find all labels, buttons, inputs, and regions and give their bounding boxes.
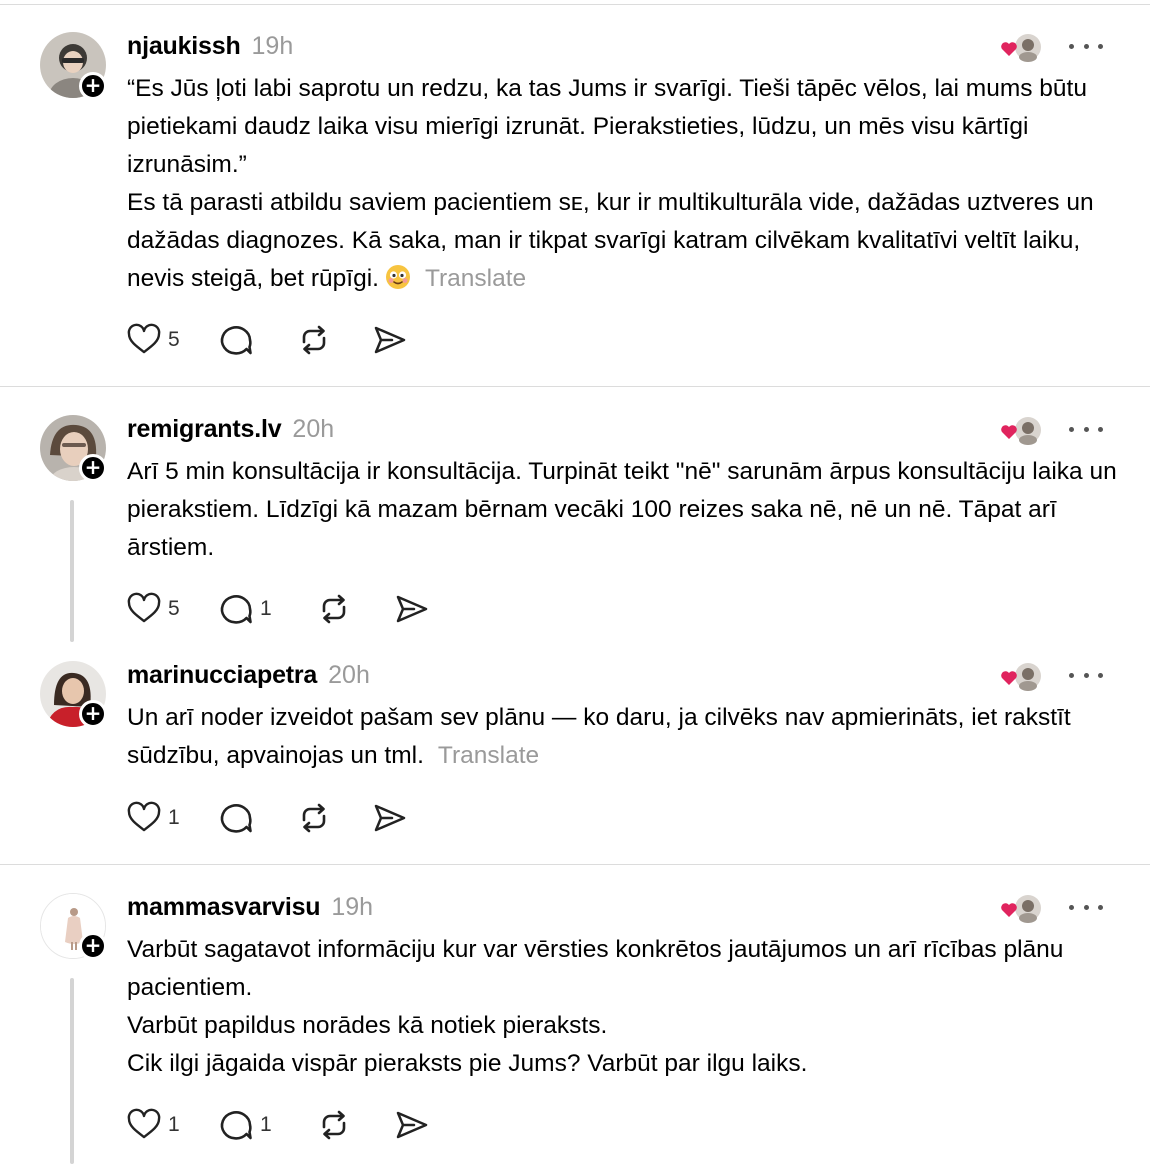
username[interactable]: mammasvarvisu (127, 893, 321, 922)
more-options-button[interactable] (1069, 38, 1103, 54)
comment-icon (220, 804, 252, 833)
follow-plus-icon[interactable]: + (79, 932, 107, 960)
repost-icon (302, 325, 326, 355)
action-bar: 1 1 (126, 1105, 434, 1145)
heart-icon (127, 592, 161, 623)
post-body: Varbūt sagatavot informāciju kur var vēr… (127, 931, 1117, 1083)
repost-button[interactable] (296, 798, 372, 838)
more-options-button[interactable] (1069, 667, 1103, 683)
like-button[interactable]: 1 (126, 798, 218, 838)
post-paragraph: Es tā parasti atbildu saviem pacientiem … (127, 189, 1094, 292)
like-count: 1 (168, 806, 180, 829)
more-icon (1069, 672, 1074, 678)
repost-icon (322, 594, 346, 624)
like-count: 1 (168, 1113, 180, 1136)
repost-button[interactable] (316, 589, 394, 629)
post-divider (0, 386, 1150, 387)
action-bar: 5 (126, 320, 412, 360)
repost-button[interactable] (296, 320, 372, 360)
heart-icon (127, 801, 161, 832)
repost-icon (322, 1110, 346, 1140)
like-button[interactable]: 5 (126, 320, 218, 360)
action-bar: 1 (126, 798, 412, 838)
send-icon (374, 326, 406, 354)
post-paragraph: Varbūt sagatavot informāciju kur var vēr… (127, 936, 1064, 1001)
more-icon (1069, 904, 1074, 910)
username[interactable]: remigrants.lv (127, 415, 282, 444)
post-body: Un arī noder izveidot pašam sev plānu — … (127, 699, 1117, 775)
liked-by-author-icon (1001, 895, 1041, 923)
timestamp[interactable]: 19h (252, 32, 294, 61)
post-divider (0, 864, 1150, 865)
post-paragraph: Arī 5 min konsultācija ir konsultācija. … (127, 458, 1117, 561)
timestamp[interactable]: 20h (328, 661, 370, 690)
like-button[interactable]: 1 (126, 1105, 218, 1145)
post-paragraph: Varbūt papildus norādes kā notiek pierak… (127, 1012, 608, 1039)
post-header: marinucciapetra 20h (127, 658, 370, 692)
more-options-button[interactable] (1069, 421, 1103, 437)
like-count: 5 (168, 328, 180, 351)
thread-line (70, 500, 74, 642)
timestamp[interactable]: 20h (292, 415, 334, 444)
follow-plus-icon[interactable]: + (79, 700, 107, 728)
reply-button[interactable]: 1 (218, 1105, 316, 1145)
heart-icon (127, 1108, 161, 1139)
post-header: mammasvarvisu 19h (127, 890, 373, 924)
like-count: 5 (168, 597, 180, 620)
heart-icon (127, 323, 161, 354)
translate-link[interactable]: Translate (425, 265, 526, 292)
reply-button[interactable] (218, 798, 296, 838)
username[interactable]: njaukissh (127, 32, 241, 61)
more-icon (1069, 426, 1074, 432)
liked-by-author-icon (1001, 663, 1041, 691)
username[interactable]: marinucciapetra (127, 661, 317, 690)
comment-icon (220, 595, 252, 624)
more-options-button[interactable] (1069, 899, 1103, 915)
reply-count: 1 (260, 597, 272, 620)
reply-button[interactable] (218, 320, 296, 360)
reply-count: 1 (260, 1113, 272, 1136)
thread-line (70, 978, 74, 1164)
top-divider (0, 4, 1150, 5)
post-paragraph: “Es Jūs ļoti labi saprotu un redzu, ka t… (127, 75, 1087, 178)
repost-button[interactable] (316, 1105, 394, 1145)
post-paragraph: Cik ilgi jāgaida vispār pieraksts pie Ju… (127, 1050, 808, 1077)
more-icon (1069, 43, 1074, 49)
share-button[interactable] (372, 320, 412, 360)
like-button[interactable]: 5 (126, 589, 218, 629)
follow-plus-icon[interactable]: + (79, 72, 107, 100)
post-header: njaukissh 19h (127, 29, 293, 63)
post-body: Arī 5 min konsultācija ir konsultācija. … (127, 453, 1117, 567)
follow-plus-icon[interactable]: + (79, 454, 107, 482)
share-button[interactable] (394, 589, 434, 629)
send-icon (374, 804, 406, 832)
repost-icon (302, 803, 326, 833)
smiling-face-emoji-icon (385, 265, 410, 289)
reply-button[interactable]: 1 (218, 589, 316, 629)
send-icon (396, 1111, 428, 1139)
post-header: remigrants.lv 20h (127, 412, 334, 446)
liked-by-author-icon (1001, 34, 1041, 62)
send-icon (396, 595, 428, 623)
translate-link[interactable]: Translate (438, 742, 539, 769)
share-button[interactable] (394, 1105, 434, 1145)
timestamp[interactable]: 19h (331, 893, 373, 922)
post-body: “Es Jūs ļoti labi saprotu un redzu, ka t… (127, 70, 1117, 298)
comment-icon (220, 326, 252, 355)
share-button[interactable] (372, 798, 412, 838)
liked-by-author-icon (1001, 417, 1041, 445)
comment-icon (220, 1111, 252, 1140)
action-bar: 5 1 (126, 589, 434, 629)
post-paragraph: Un arī noder izveidot pašam sev plānu — … (127, 704, 1071, 769)
